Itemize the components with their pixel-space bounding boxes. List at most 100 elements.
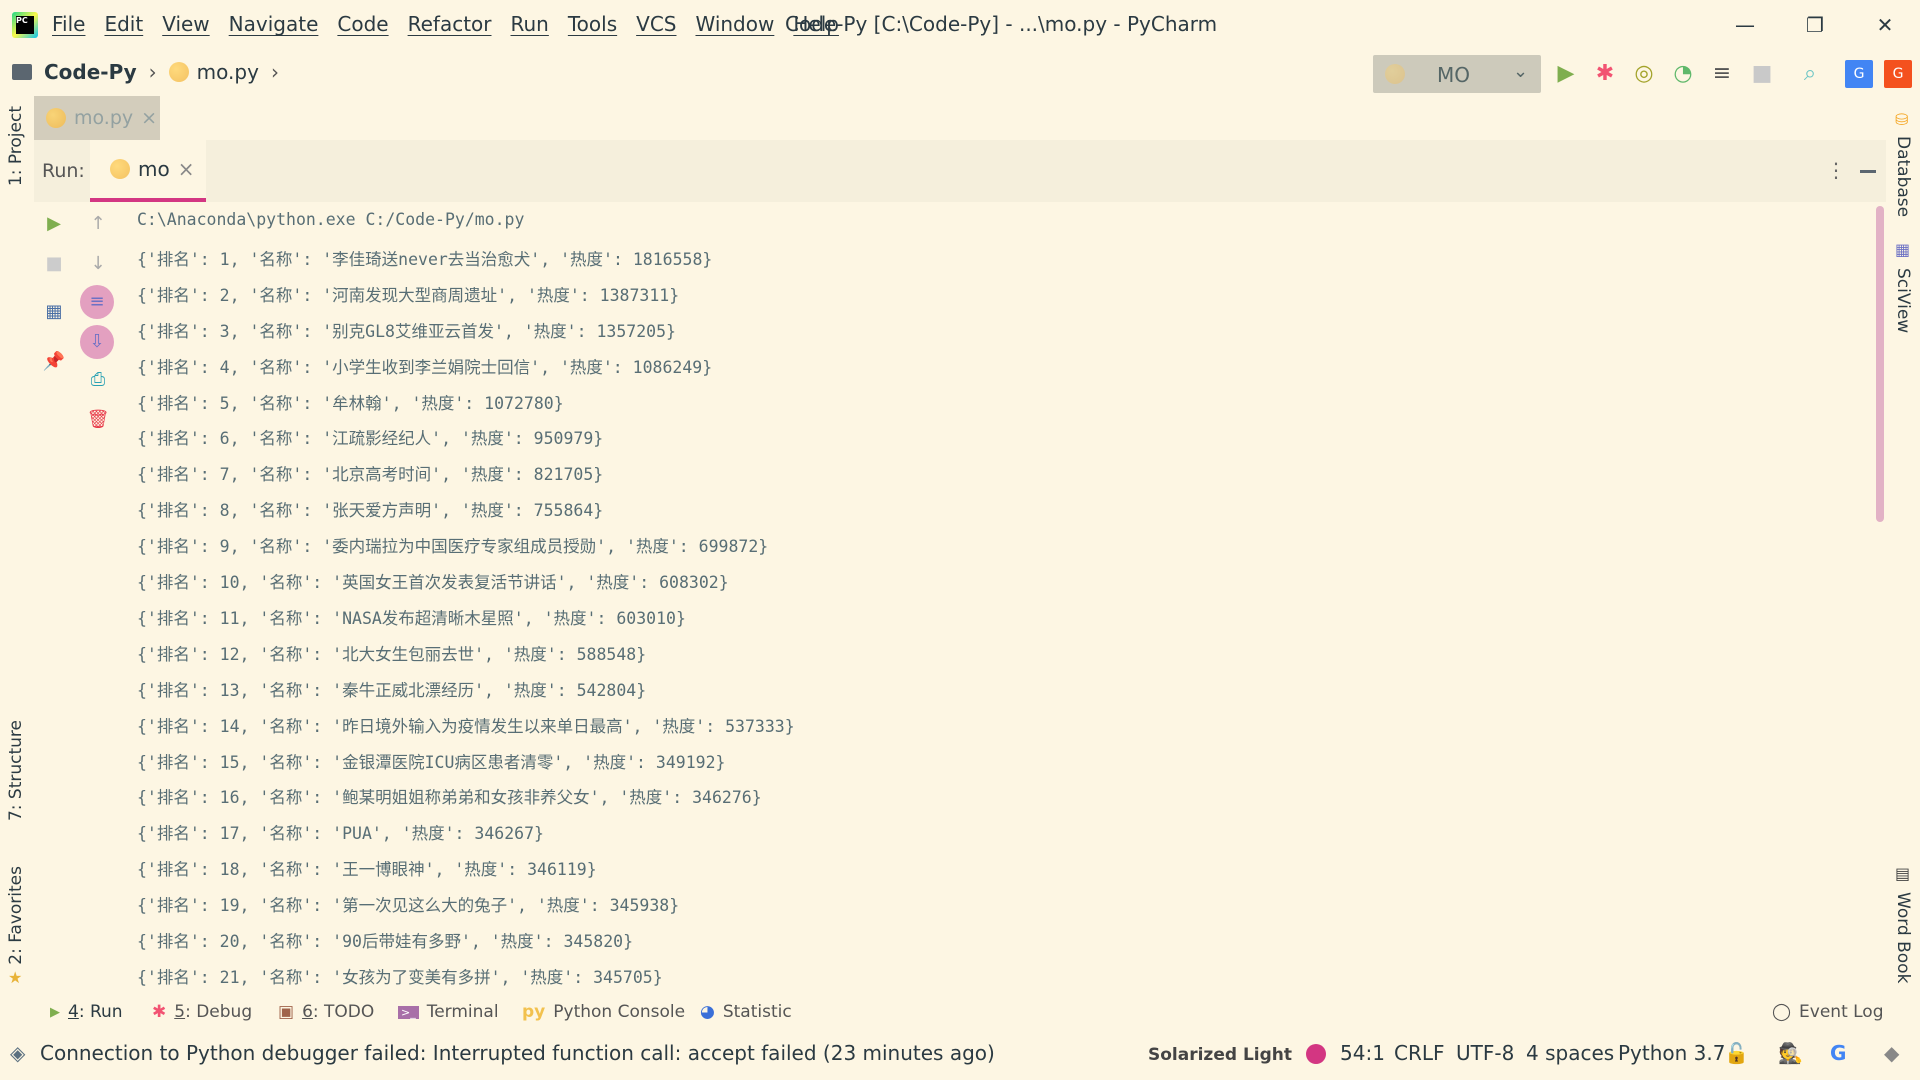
menu-file[interactable]: File [52,12,85,36]
star-icon: ★ [8,968,23,987]
profile-icon[interactable]: ◔ [1669,60,1697,88]
console-line: {'排名': 8, '名称': '张天爱方声明', '热度': 755864} [137,501,604,521]
tool-debug[interactable]: ✱ 5: Debug [152,1002,252,1022]
caret-position[interactable]: 54:1 [1340,1041,1385,1065]
tool-debug-label: : Debug [185,1002,253,1022]
tool-debug-num: 5 [174,1002,186,1022]
breadcrumb-file[interactable]: mo.py [197,60,259,84]
inspector-icon[interactable]: 🕵 [1778,1041,1803,1065]
console-command-line: C:\Anaconda\python.exe C:/Code-Py/mo.py [137,210,525,229]
indent-setting[interactable]: 4 spaces [1526,1041,1614,1065]
console-line: {'排名': 17, '名称': 'PUA', '热度': 346267} [137,824,544,844]
console-line: {'排名': 11, '名称': 'NASA发布超清晰木星照', '热度': 6… [137,608,686,628]
menu-navigate[interactable]: Navigate [229,12,319,36]
run-tab-mo[interactable]: mo × [90,140,206,202]
arrow-down-icon[interactable]: ↓ [86,252,110,276]
scroll-to-end-icon[interactable]: ⇩ [80,325,114,359]
arrow-up-icon[interactable]: ↑ [86,212,110,236]
console-line: {'排名': 2, '名称': '河南发现大型商周遗址', '热度': 1387… [137,285,680,305]
lock-icon[interactable]: 🔓 [1724,1041,1749,1065]
right-tool-strip: ⛁ Database ▦ SciView ▤ Word Book [1886,96,1920,1036]
menu-window[interactable]: Window [695,12,774,36]
debug-bug-icon[interactable]: ✱ [1591,60,1619,88]
main-menu: File Edit View Navigate Code Refactor Ru… [52,12,858,36]
event-log-label: Event Log [1799,1002,1884,1022]
pycharm-logo-icon: PC [12,12,38,38]
menu-run[interactable]: Run [511,12,549,36]
structure-tool-tab[interactable]: 7: Structure [6,720,26,821]
menu-code[interactable]: Code [337,12,388,36]
menu-refactor[interactable]: Refactor [408,12,492,36]
python-interpreter[interactable]: Python 3.7 [1618,1041,1726,1065]
run-button[interactable]: ▶ [1552,60,1580,88]
more-options-icon[interactable]: ⋮ [1826,158,1846,182]
breadcrumb-project[interactable]: Code-Py [44,60,137,84]
minimize-button[interactable]: — [1722,8,1768,42]
tool-todo[interactable]: ▣ 6: TODO [278,1002,374,1022]
soft-wrap-icon[interactable]: ≡ [80,285,114,319]
run-configuration-select[interactable]: MO ⌄ [1373,55,1541,93]
file-encoding[interactable]: UTF-8 [1456,1041,1514,1065]
word-book-tool-tab[interactable]: Word Book [1893,892,1913,983]
status-dot-icon [1306,1044,1326,1064]
menu-tools[interactable]: Tools [568,12,617,36]
menu-edit[interactable]: Edit [104,12,143,36]
console-line: {'排名': 3, '名称': '别克GL8艾维亚云首发', '热度': 135… [137,321,676,341]
tool-todo-label: : TODO [312,1002,375,1022]
theme-indicator[interactable]: Solarized Light [1148,1045,1292,1065]
hide-panel-icon[interactable] [1860,170,1876,173]
status-layers-icon[interactable]: ◈ [10,1041,25,1065]
translate-replace-icon[interactable]: G [1884,60,1912,88]
menu-view[interactable]: View [162,12,209,36]
event-log-button[interactable]: ◯ Event Log [1772,1002,1884,1022]
search-icon[interactable]: ⌕ [1796,60,1824,88]
terminal-icon: >_ [398,1005,419,1019]
chevron-down-icon: ⌄ [1513,61,1529,82]
editor-tab-mo-py[interactable]: mo.py × [34,96,160,140]
console-line: {'排名': 14, '名称': '昨日境外输入为疫情发生以来单日最高', '热… [137,716,795,736]
stop-icon[interactable]: ■ [42,252,66,276]
python-file-icon [110,159,130,179]
print-icon[interactable]: ⎙ [86,368,110,392]
pin-icon[interactable]: 📌 [42,350,66,374]
stop-button[interactable]: ■ [1748,60,1776,88]
python-file-icon [46,108,66,128]
layout-icon[interactable]: ▦ [42,300,66,324]
chevron-right-icon: › [270,60,279,84]
run-tab-label: mo [138,157,170,181]
restore-button[interactable]: ❐ [1792,8,1838,42]
console-scrollbar[interactable] [1876,206,1884,522]
google-translate-icon[interactable]: G [1845,60,1873,88]
console-line: {'排名': 7, '名称': '北京高考时间', '热度': 821705} [137,465,604,485]
console-line: {'排名': 21, '名称': '女孩为了变美有多拼', '热度': 3457… [137,967,663,987]
run-icon: ▶ [50,1004,60,1020]
book-icon: ▤ [1895,864,1911,883]
trash-icon[interactable]: 🗑 [86,408,110,432]
console-line: {'排名': 16, '名称': '鲍某明姐姐称弟弟和女孩非养父女', '热度'… [137,788,762,808]
console-output[interactable]: C:\Anaconda\python.exe C:/Code-Py/mo.py {… [120,202,1880,992]
tool-python-console[interactable]: py Python Console [522,1002,685,1022]
close-tab-icon[interactable]: × [141,107,157,129]
sciview-tool-tab[interactable]: SciView [1893,268,1913,333]
console-line: {'排名': 19, '名称': '第一次见这么大的兔子', '热度': 345… [137,896,680,916]
database-tool-tab[interactable]: Database [1893,136,1913,217]
google-icon[interactable]: G [1830,1041,1846,1065]
console-line: {'排名': 20, '名称': '90后带娃有多野', '热度': 34582… [137,932,634,951]
project-tool-tab[interactable]: 1: Project [6,106,26,186]
status-message[interactable]: Connection to Python debugger failed: In… [40,1041,995,1065]
statistic-icon: ◕ [700,1002,715,1022]
menu-vcs[interactable]: VCS [636,12,676,36]
editor-tab-label: mo.py [74,107,134,129]
rerun-icon[interactable]: ▶ [42,212,66,236]
line-separator[interactable]: CRLF [1394,1041,1445,1065]
run-with-coverage-icon[interactable]: ◎ [1630,60,1658,88]
tool-statistic[interactable]: ◕ Statistic [700,1002,792,1022]
tool-terminal[interactable]: >_ Terminal [398,1002,499,1022]
close-tab-icon[interactable]: × [178,157,195,181]
tool-run[interactable]: ▶ 4: Run [50,1002,123,1022]
notifications-icon[interactable]: ◆ [1884,1041,1899,1065]
close-button[interactable]: ✕ [1862,8,1908,42]
console-line: {'排名': 18, '名称': '王一博眼神', '热度': 346119} [137,860,597,880]
concurrency-run-icon[interactable]: ≡ [1708,60,1736,88]
favorites-tool-tab[interactable]: 2: Favorites [6,866,26,965]
